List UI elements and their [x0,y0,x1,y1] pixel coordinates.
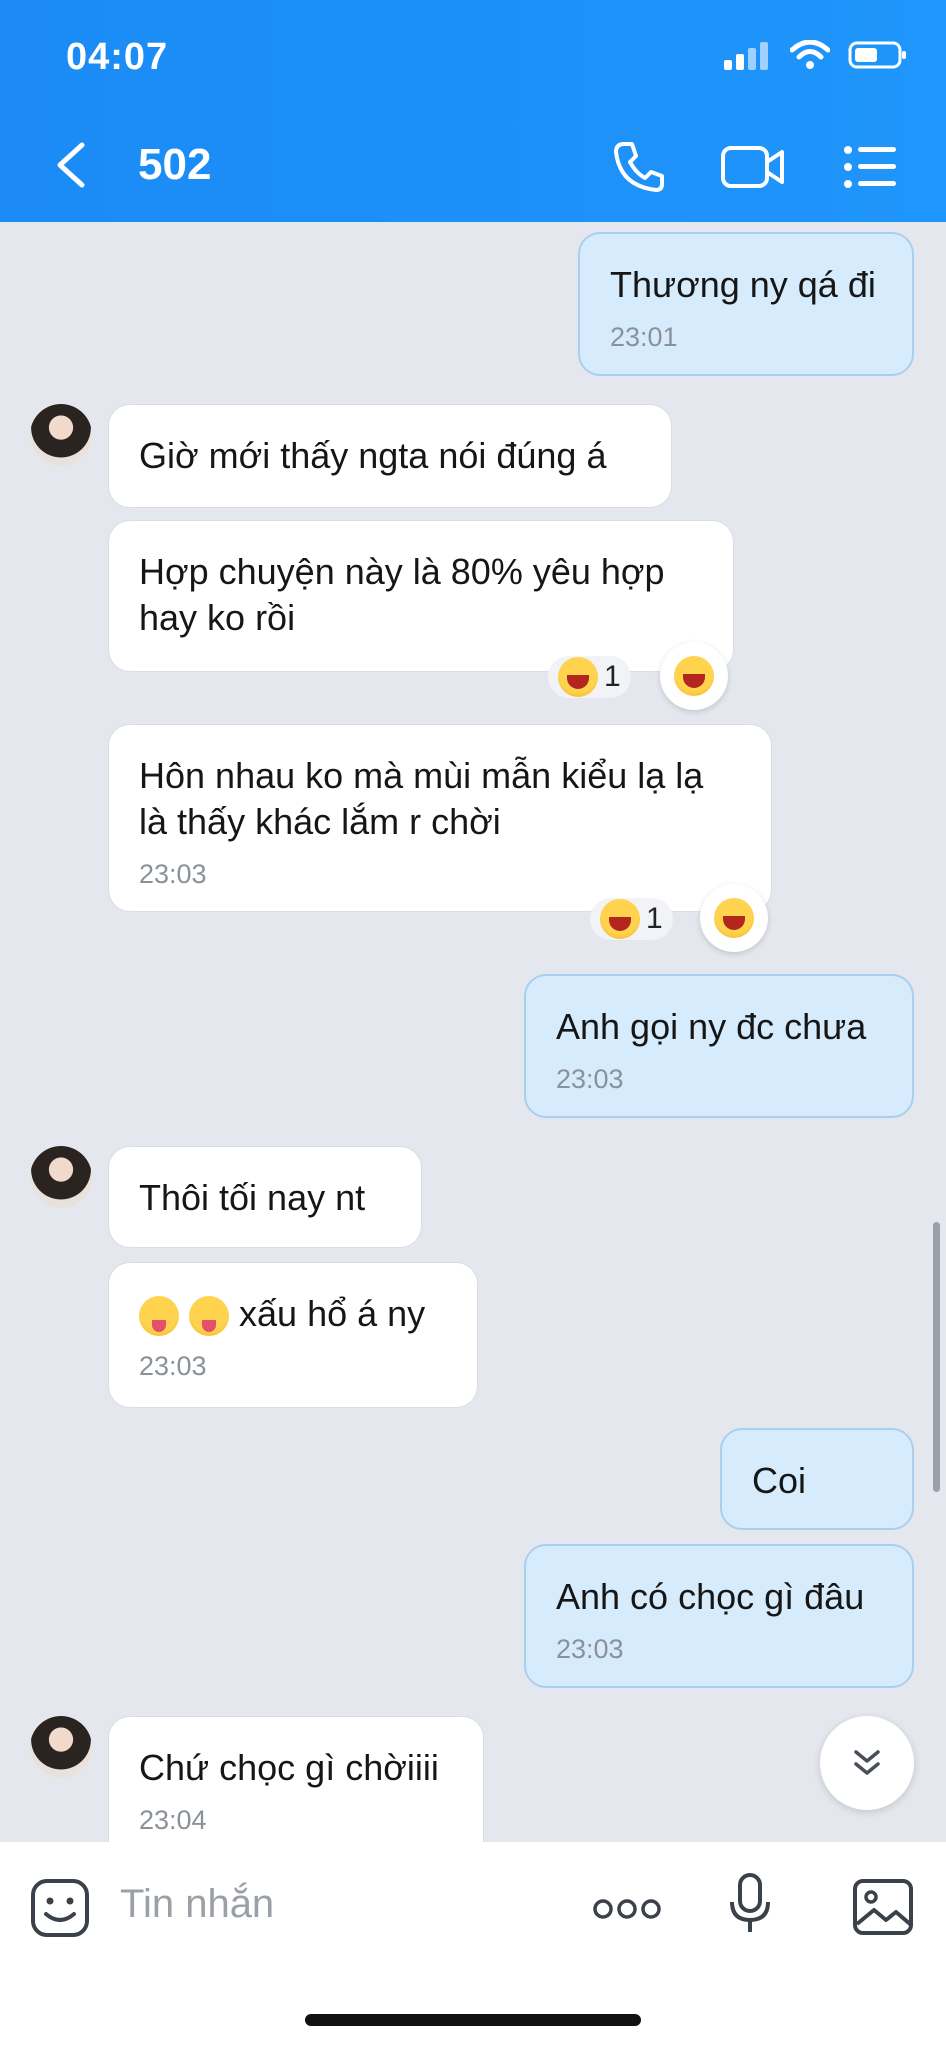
message-text: Thôi tối nay nt [139,1177,366,1218]
scrollbar[interactable] [933,1222,940,1492]
message-time: 23:03 [139,859,207,889]
message-bubble-incoming[interactable]: xấu hổ á ny 23:03 [108,1262,478,1408]
avatar[interactable] [30,404,92,466]
message-text-line: Hôn nhau ko mà mùi mẫn kiểu lạ lạ [139,755,704,796]
message-time: 23:04 [139,1805,207,1835]
message-list[interactable]: Thương ny qá đi 23:01 Giờ mới thấy ngta … [0,222,946,1842]
message-time: 23:03 [556,1634,624,1664]
microphone-icon[interactable] [728,1872,772,1936]
home-indicator [305,2014,641,2026]
message-text: Thương ny qá đi [610,264,876,305]
status-icons [724,40,908,70]
chat-header: 04:07 502 [0,0,946,222]
conversation-title[interactable]: 502 [138,140,211,190]
laugh-emoji-icon [674,656,714,696]
scroll-down-button[interactable] [820,1716,914,1810]
message-bubble-incoming[interactable]: Hôn nhau ko mà mùi mẫn kiểu lạ lạ là thấ… [108,724,772,912]
reaction-badge[interactable]: 1 [548,656,631,698]
laugh-emoji-icon [558,657,598,697]
menu-icon[interactable] [842,140,898,194]
message-bubble-incoming[interactable]: Thôi tối nay nt [108,1146,422,1248]
message-bubble-outgoing[interactable]: Coi [720,1428,914,1530]
message-time: 23:03 [556,1064,624,1094]
laugh-emoji-icon [600,899,640,939]
message-text: Anh có chọc gì đâu [556,1576,865,1617]
reaction-button[interactable] [660,642,728,710]
avatar[interactable] [30,1716,92,1778]
tongue-emoji-icon [139,1296,179,1337]
message-text-line: là thấy khác lắm r chời [139,801,501,842]
message-bubble-incoming[interactable]: Chứ chọc gì chờiiii 23:04 [108,1716,484,1842]
message-text: Coi [752,1460,807,1501]
reaction-count: 1 [646,902,663,935]
message-text-line: Hợp chuyện này là 80% yêu hợp [139,551,665,592]
wifi-icon [790,40,830,69]
message-text: Giờ mới thấy ngta nói đúng á [139,435,607,476]
reaction-badge[interactable]: 1 [590,898,673,940]
phone-icon[interactable] [612,140,666,194]
image-icon[interactable] [852,1878,914,1936]
battery-icon [848,41,906,69]
reaction-count: 1 [604,660,621,693]
avatar[interactable] [30,1146,92,1208]
message-bubble-outgoing[interactable]: Anh gọi ny đc chưa 23:03 [524,974,914,1118]
message-time: 23:01 [610,322,678,352]
status-time: 04:07 [66,36,169,78]
message-bubble-incoming[interactable]: Giờ mới thấy ngta nói đúng á [108,404,672,508]
tongue-emoji-icon [189,1296,230,1337]
message-bubble-incoming[interactable]: Hợp chuyện này là 80% yêu hợp hay ko rồi [108,520,734,672]
signal-icon [724,42,768,70]
more-icon[interactable] [592,1898,662,1920]
message-bubble-outgoing[interactable]: Thương ny qá đi 23:01 [578,232,914,376]
reaction-button[interactable] [700,884,768,952]
emoji-sticker-icon[interactable] [30,1878,90,1938]
message-bubble-outgoing[interactable]: Anh có chọc gì đâu 23:03 [524,1544,914,1688]
message-text: xấu hổ á ny [239,1293,426,1334]
scroll-down-icon [854,1750,880,1775]
message-text-line: hay ko rồi [139,597,296,638]
message-input[interactable]: Tin nhắn [120,1882,274,1927]
message-composer: Tin nhắn [0,1842,946,2048]
message-text: Anh gọi ny đc chưa [556,1006,867,1047]
back-icon[interactable] [52,140,92,190]
video-call-icon[interactable] [720,140,786,194]
message-time: 23:03 [139,1351,207,1381]
laugh-emoji-icon [714,898,754,938]
message-text: Chứ chọc gì chờiiii [139,1747,439,1788]
